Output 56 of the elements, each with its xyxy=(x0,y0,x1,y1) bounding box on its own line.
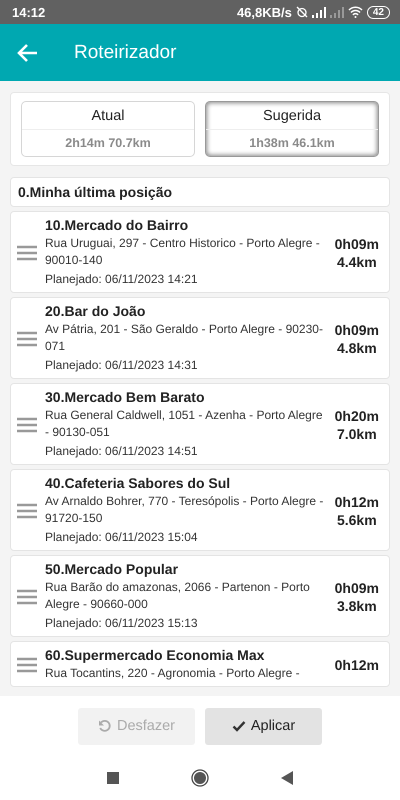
drag-handle-icon[interactable] xyxy=(17,656,37,672)
route-option-tab[interactable]: Atual 2h14m 70.7km xyxy=(21,101,195,157)
check-icon xyxy=(232,719,246,733)
apply-button[interactable]: Aplicar xyxy=(205,708,322,744)
alarm-off-icon xyxy=(296,6,308,18)
stop-address: Rua General Caldwell, 1051 - Azenha - Porto Alegre - 90130-051 xyxy=(45,407,324,441)
drag-handle-icon[interactable] xyxy=(17,588,37,604)
drag-handle-icon[interactable] xyxy=(17,244,37,260)
stop-distance: 4.4km xyxy=(336,252,377,270)
stop-name: 30.Mercado Bem Barato xyxy=(45,389,206,405)
stop-address: Rua Uruguai, 297 - Centro Historico - Porto Alegre - 90010-140 xyxy=(45,235,321,269)
status-time: 14:12 xyxy=(12,4,46,20)
stop-name: 10.Mercado do Bairro xyxy=(45,217,190,233)
stop-duration: 0h09m xyxy=(334,234,379,252)
stop-duration: 0h20m xyxy=(334,406,379,424)
stop-name: 20.Bar do João xyxy=(45,303,146,319)
stop-duration: 0h09m xyxy=(334,578,379,596)
stop-name: 50.Mercado Popular xyxy=(45,561,180,577)
signal-icon xyxy=(330,6,344,18)
wifi-icon xyxy=(348,6,363,18)
stop-address: Rua Tocantins, 220 - Agronomia - Porto Alegre - xyxy=(45,665,301,682)
stop-name: 40.Cafeteria Sabores do Sul xyxy=(45,475,232,491)
stop-card[interactable]: 20.Bar do João Av Pátria, 201 - São Geraldo - Porto Alegre - 90230-071 Planejado: 06/11/2023 14:31 0h09m 4.8km xyxy=(10,297,390,379)
planned-time: Planejado: 06/11/2023 15:13 xyxy=(45,615,199,632)
stop-duration: 0h09m xyxy=(334,320,379,338)
app-title: Roteirizador xyxy=(74,42,176,64)
stop-distance: 7.0km xyxy=(336,424,377,442)
stop-card[interactable]: 50.Mercado Popular Rua Barão do amazonas, 2066 - Partenon - Porto Alegre - 90660-000 Planejado: 06/11/2023 15:13 0h09m 3.8km xyxy=(10,555,390,637)
stop-distance: 3.8km xyxy=(336,596,377,614)
drag-handle-icon[interactable] xyxy=(17,502,37,518)
planned-time: Planejado: 06/11/2023 14:31 xyxy=(45,357,199,374)
stop-address: Av Pátria, 201 - São Geraldo - Porto Alegre - 90230-071 xyxy=(45,321,324,355)
stop-card[interactable]: 40.Cafeteria Sabores do Sul Av Arnaldo Bohrer, 770 - Teresópolis - Porto Alegre - 91720-150 Planejado: 06/11/2023 15:04 0h12m 5.6km xyxy=(10,469,390,551)
home-icon[interactable] xyxy=(191,769,209,787)
network-speed: 46,8KB/s xyxy=(236,4,292,20)
stop-card[interactable]: 10.Mercado do Bairro Rua Uruguai, 297 - Centro Historico - Porto Alegre - 90010-140 Planejado: 06/11/2023 14:21 0h09m 4.4km xyxy=(10,211,390,293)
stop-card[interactable]: 30.Mercado Bem Barato Rua General Caldwell, 1051 - Azenha - Porto Alegre - 90130-051 Planejado: 06/11/2023 14:51 0h20m 7.0km xyxy=(10,383,390,465)
route-option-tab[interactable]: Sugerida 1h38m 46.1km xyxy=(205,101,379,157)
planned-time: Planejado: 06/11/2023 14:21 xyxy=(45,271,199,288)
planned-time: Planejado: 06/11/2023 14:51 xyxy=(45,443,199,460)
signal-icon xyxy=(312,6,326,18)
stop-duration: 0h12m xyxy=(334,492,379,510)
stop-name: 60.Supermercado Economia Max xyxy=(45,647,266,663)
drag-handle-icon[interactable] xyxy=(17,330,37,346)
stop-card[interactable]: 60.Supermercado Economia Max Rua Tocantins, 220 - Agronomia - Porto Alegre - 0h12m xyxy=(10,641,390,687)
undo-icon xyxy=(98,719,112,733)
planned-time: Planejado: 06/11/2023 15:04 xyxy=(45,529,199,546)
drag-handle-icon[interactable] xyxy=(17,416,37,432)
stop-address: Rua Barão do amazonas, 2066 - Partenon - Porto Alegre - 90660-000 xyxy=(45,579,311,613)
stop-distance: 4.8km xyxy=(336,338,377,356)
stop-address: Av Arnaldo Bohrer, 770 - Teresópolis - Porto Alegre - 91720-150 xyxy=(45,493,324,527)
battery-level: 42 xyxy=(366,6,390,18)
stop-distance: 5.6km xyxy=(336,510,377,528)
stop-duration: 0h12m xyxy=(334,656,379,674)
start-position[interactable]: 0.Minha última posição xyxy=(10,177,390,207)
back-icon[interactable] xyxy=(281,771,293,785)
